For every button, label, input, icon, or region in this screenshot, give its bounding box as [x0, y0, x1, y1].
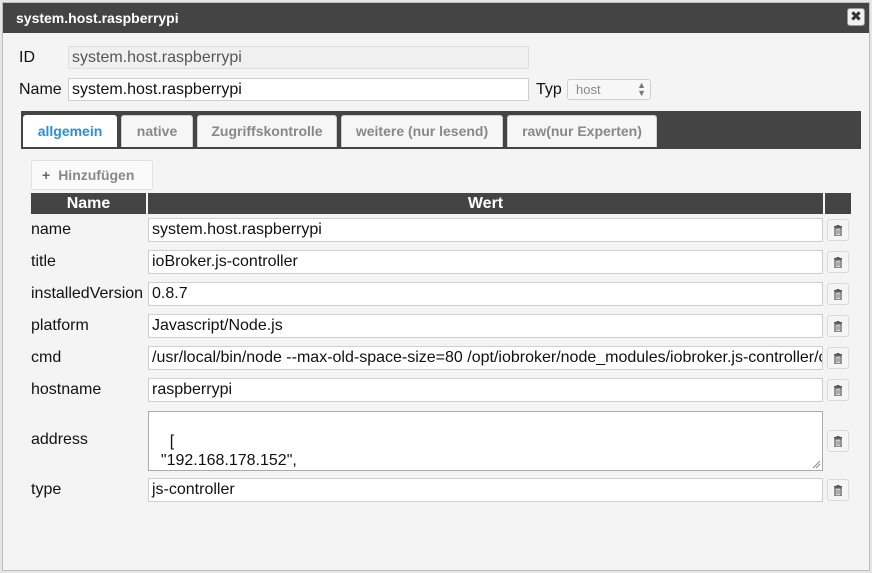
delete-button-title[interactable]: [827, 251, 849, 273]
tab-native[interactable]: native: [121, 115, 193, 147]
row-value-address[interactable]: [ "192.168.178.152", "192.168.178.28" ]: [148, 411, 823, 471]
delete-button-cmd[interactable]: [827, 347, 849, 369]
dialog-title: system.host.raspberrypi: [16, 10, 179, 26]
row-label-type: type: [31, 481, 62, 498]
trash-icon: [834, 257, 842, 268]
plus-icon: +: [42, 167, 51, 183]
row-value-name[interactable]: system.host.raspberrypi: [148, 218, 823, 242]
row-value-cmd[interactable]: /usr/local/bin/node --max-old-space-size…: [148, 346, 823, 370]
column-header-actions: [825, 193, 851, 214]
column-header-name: Name: [31, 193, 146, 214]
row-label-address: address: [31, 431, 88, 448]
trash-icon: [834, 321, 842, 332]
row-label-cmd: cmd: [31, 349, 62, 366]
trash-icon: [834, 485, 842, 496]
delete-button-name[interactable]: [827, 219, 849, 241]
row-label-name: name: [31, 221, 72, 238]
address-textarea-content: [ "192.168.178.152", "192.168.178.28" ]: [160, 433, 297, 469]
object-edit-dialog: system.host.raspberrypi ✖ ID system.host…: [2, 2, 870, 571]
delete-button-address[interactable]: [827, 430, 849, 452]
id-label: ID: [19, 49, 35, 66]
delete-button-hostname[interactable]: [827, 379, 849, 401]
row-label-installedversion: installedVersion: [31, 285, 144, 302]
delete-button-type[interactable]: [827, 479, 849, 501]
trash-icon: [834, 289, 842, 300]
updown-arrows-icon: ▲ ▼: [637, 80, 646, 98]
typ-select[interactable]: host ▲ ▼: [567, 79, 651, 100]
trash-icon: [834, 353, 842, 364]
trash-icon: [834, 436, 842, 447]
name-label: Name: [19, 81, 62, 98]
column-header-value: Wert: [148, 193, 823, 214]
tab-allgemein[interactable]: allgemein: [23, 115, 117, 147]
trash-icon: [834, 385, 842, 396]
dialog-titlebar[interactable]: system.host.raspberrypi ✖: [3, 3, 869, 33]
delete-button-installedversion[interactable]: [827, 283, 849, 305]
tab-zugriffskontrolle[interactable]: Zugriffskontrolle: [197, 115, 337, 147]
row-value-platform[interactable]: Javascript/Node.js: [148, 314, 823, 338]
typ-select-value: host: [576, 82, 601, 97]
typ-label: Typ: [536, 81, 562, 98]
delete-button-platform[interactable]: [827, 315, 849, 337]
id-field: system.host.raspberrypi: [68, 46, 529, 69]
close-icon: ✖: [850, 8, 862, 24]
tab-bar: allgemein native Zugriffskontrolle weite…: [21, 111, 861, 149]
row-value-type[interactable]: js-controller: [148, 478, 823, 502]
add-button-label: Hinzufügen: [58, 167, 135, 183]
trash-icon: [834, 225, 842, 236]
resize-grip-icon[interactable]: [812, 460, 821, 469]
close-button[interactable]: ✖: [847, 8, 865, 26]
name-input[interactable]: system.host.raspberrypi: [68, 78, 529, 101]
row-label-hostname: hostname: [31, 381, 102, 398]
row-label-title: title: [31, 253, 56, 270]
tab-raw[interactable]: raw(nur Experten): [507, 115, 657, 147]
row-value-title[interactable]: ioBroker.js-controller: [148, 250, 823, 274]
row-value-installedversion[interactable]: 0.8.7: [148, 282, 823, 306]
add-button[interactable]: + Hinzufügen: [31, 160, 153, 190]
row-value-hostname[interactable]: raspberrypi: [148, 378, 823, 402]
row-label-platform: platform: [31, 317, 89, 334]
tab-weitere[interactable]: weitere (nur lesend): [341, 115, 503, 147]
